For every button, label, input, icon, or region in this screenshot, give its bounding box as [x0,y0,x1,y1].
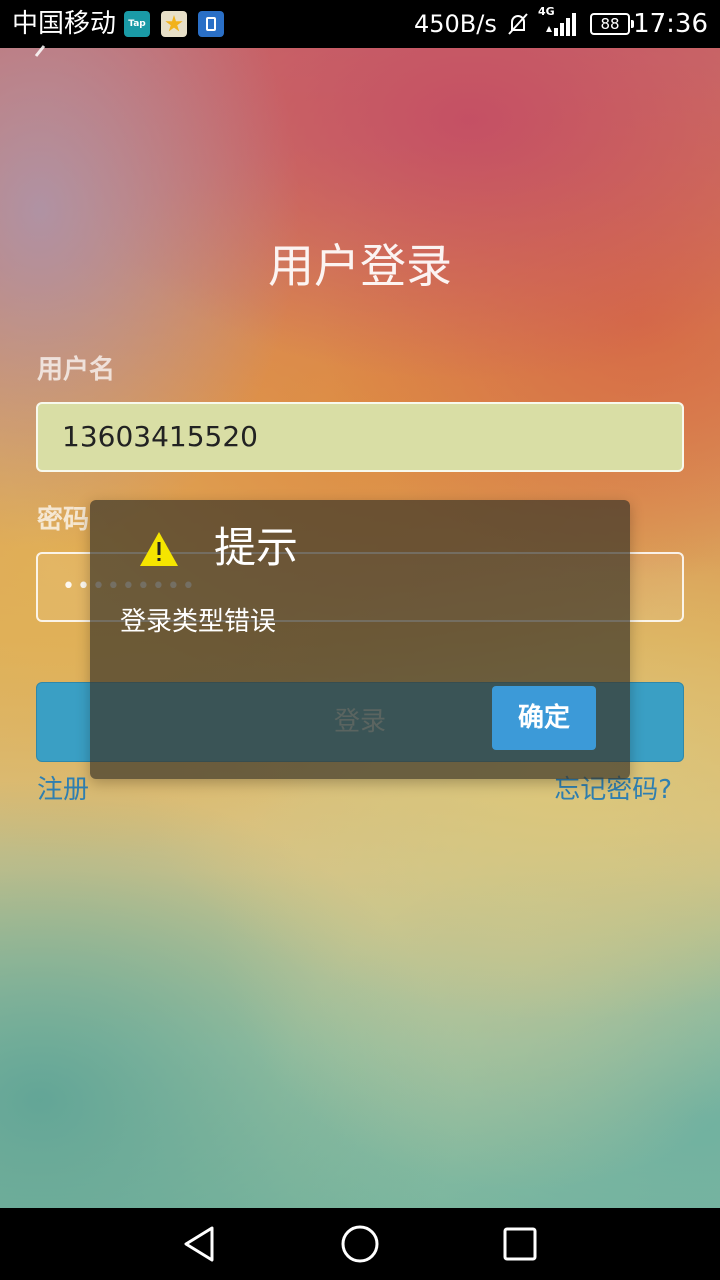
login-screen: 中国移动 Tap 450B/s 4G 88 17:36 用户登录 用户名 136… [0,0,720,1280]
signal-icon [546,13,576,36]
back-arrow-icon[interactable] [30,44,54,64]
carrier-name: 中国移动 [12,9,117,39]
clock: 17:36 [633,9,708,39]
dialog-message: 登录类型错误 [120,607,277,637]
nav-recent-apps-icon[interactable] [500,1224,540,1264]
navigation-bar [0,1208,720,1280]
password-label: 密码 [37,505,90,535]
star-app-icon [161,11,187,37]
username-label: 用户名 [37,355,116,385]
battery-icon: 88 [590,13,634,35]
tap-app-icon: Tap [124,11,150,37]
page-title: 用户登录 [268,239,452,293]
dialog-title: 提示 [214,523,299,572]
alert-dialog: 提示 登录类型错误 确定 [90,500,630,779]
mute-icon [508,13,528,35]
status-bar: 中国移动 Tap 450B/s 4G 88 17:36 [0,0,720,48]
confirm-button[interactable]: 确定 [492,686,596,750]
username-input[interactable]: 13603415520 [36,402,684,472]
warning-triangle-icon [140,532,178,566]
document-app-icon [198,11,224,37]
nav-home-icon[interactable] [340,1224,380,1264]
nav-back-icon[interactable] [180,1224,220,1264]
network-speed: 450B/s [414,10,497,38]
register-link[interactable]: 注册 [37,772,89,808]
